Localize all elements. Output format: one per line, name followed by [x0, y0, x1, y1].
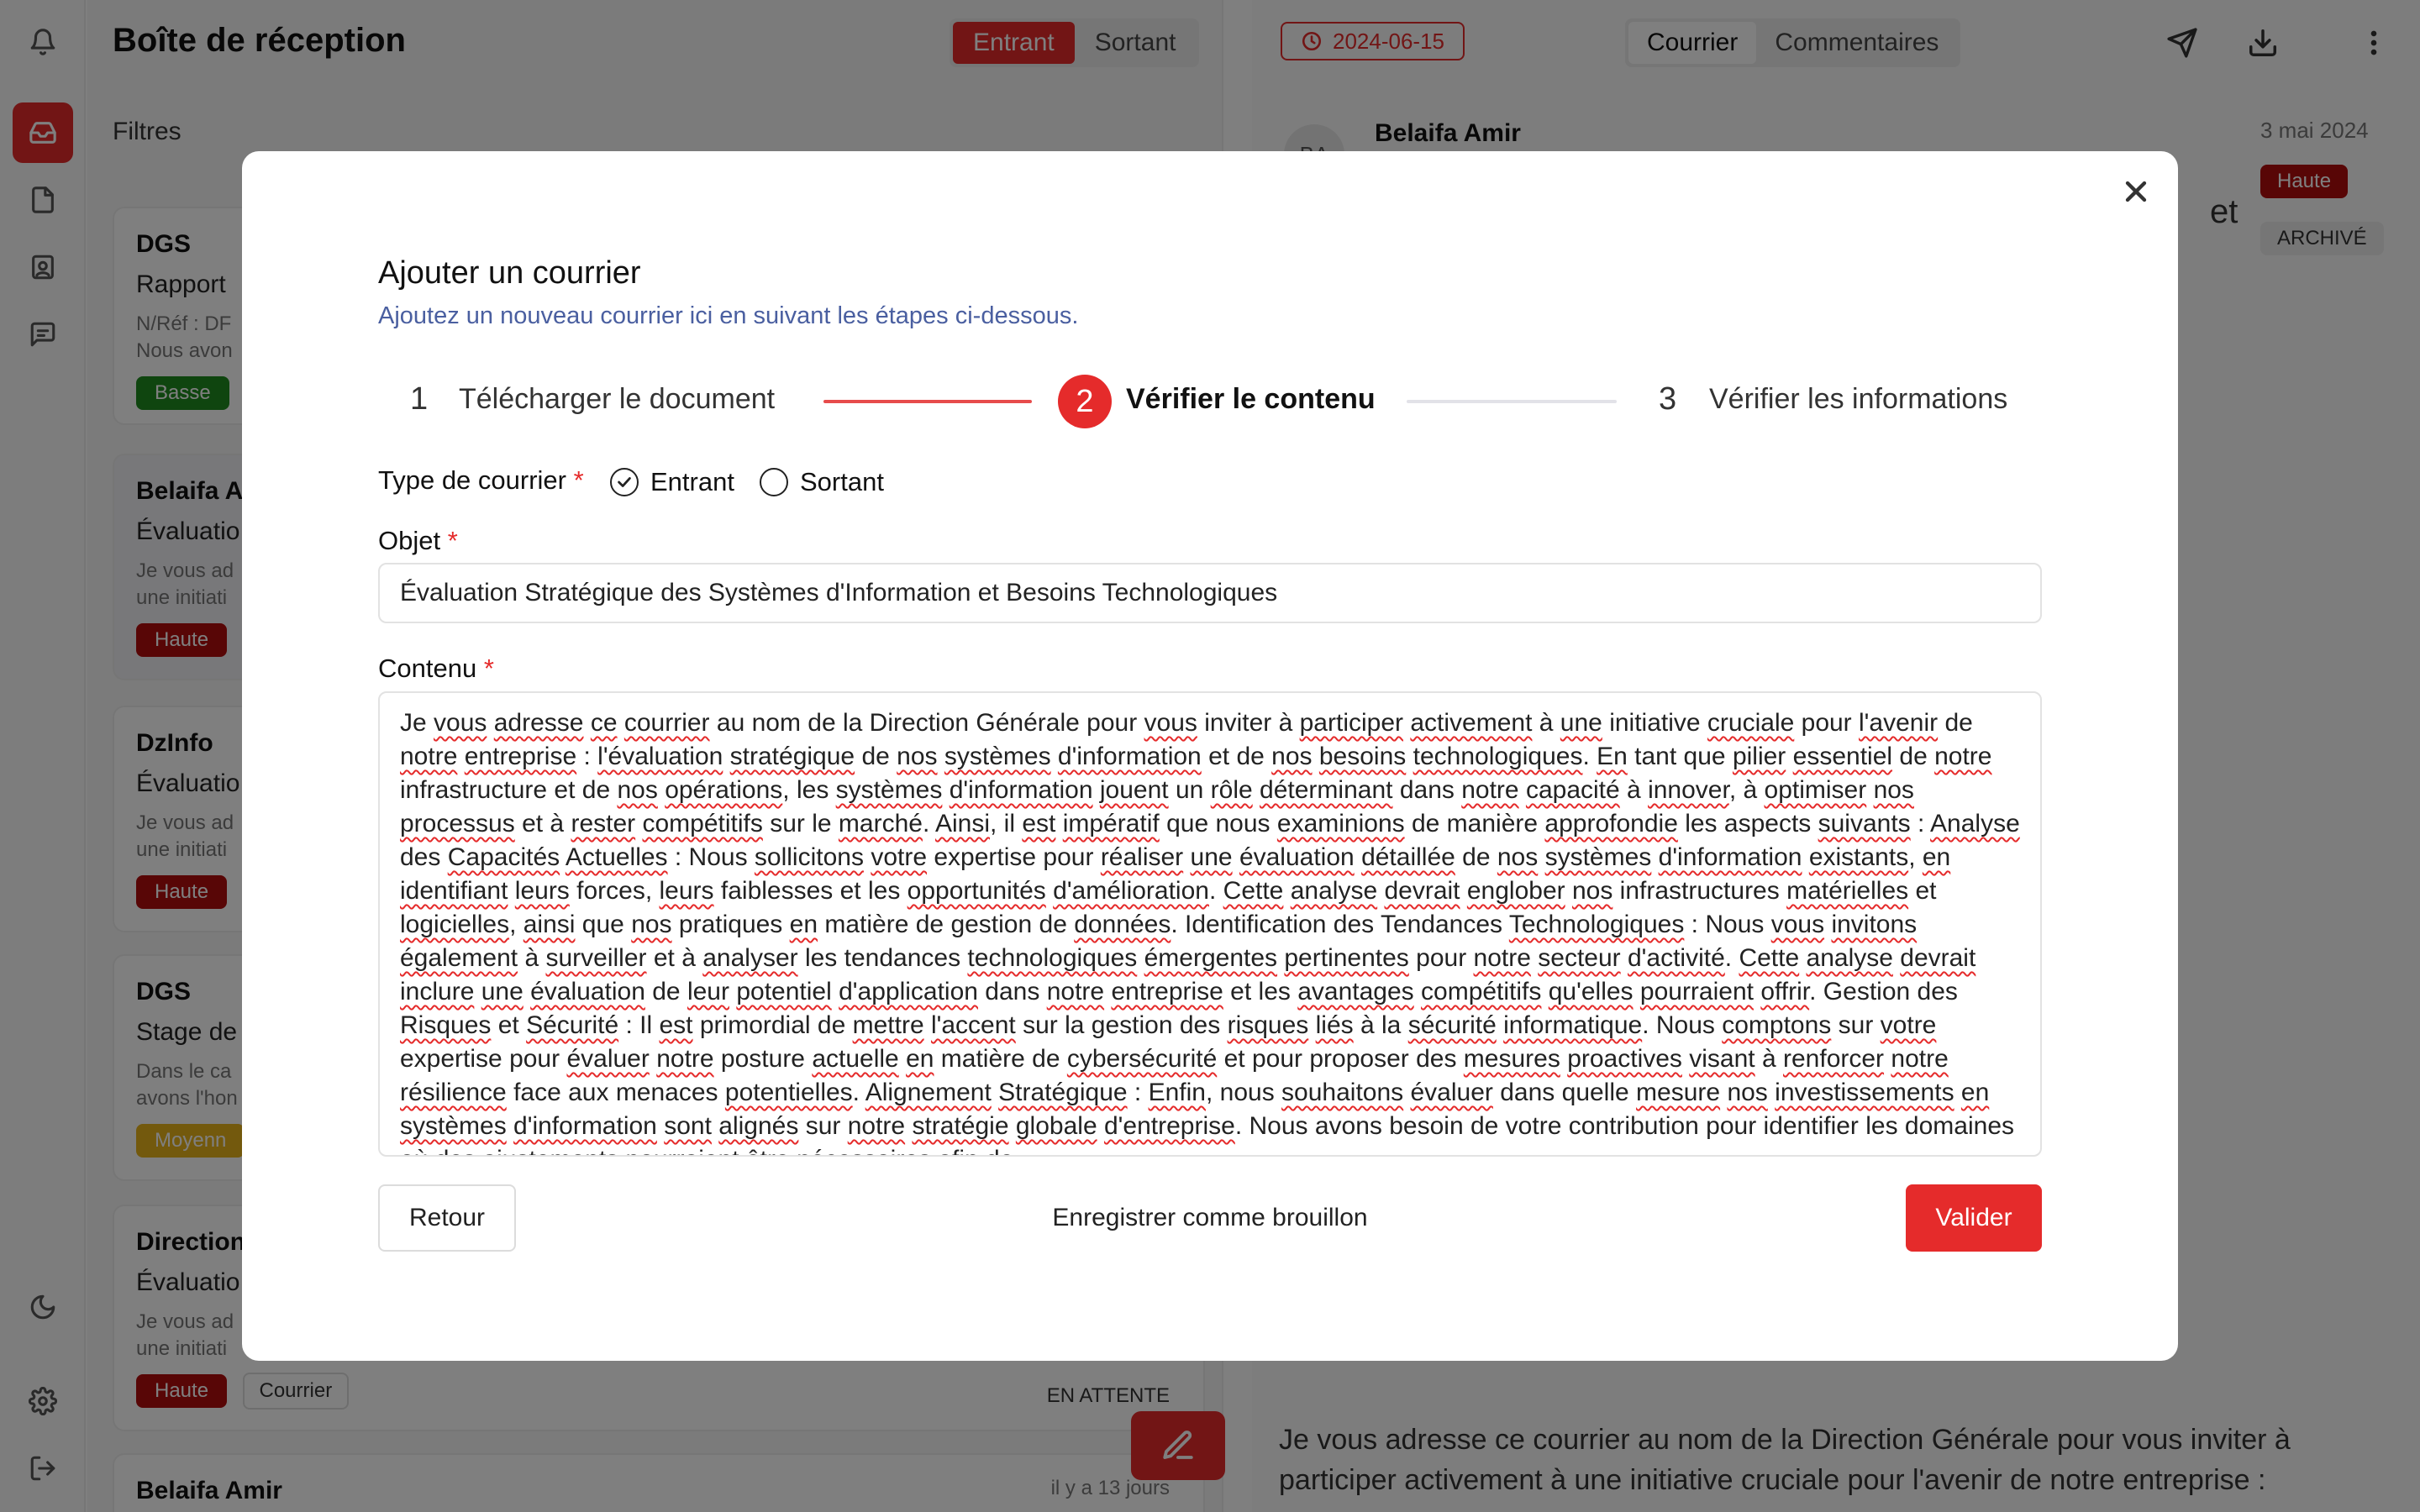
objet-label: Objet * [378, 526, 458, 555]
close-icon[interactable] [2119, 175, 2153, 208]
dialog-subtitle: Ajoutez un nouveau courrier ici en suiva… [378, 302, 1079, 329]
radio-entrant-label: Entrant [650, 467, 734, 496]
step-3-label: Vérifier les informations [1709, 383, 2008, 415]
save-draft-button[interactable]: Enregistrer comme brouillon [992, 1184, 1428, 1252]
radio-unchecked-icon [760, 468, 788, 496]
back-button[interactable]: Retour [378, 1184, 516, 1252]
objet-input[interactable]: Évaluation Stratégique des Systèmes d'In… [378, 563, 2042, 623]
step-1-label: Télécharger le document [459, 383, 776, 415]
dialog-title: Ajouter un courrier [378, 255, 641, 291]
step-2-label: Vérifier le contenu [1126, 383, 1376, 415]
step-connector-2 [1407, 400, 1617, 403]
radio-sortant-label: Sortant [800, 467, 884, 496]
radio-sortant[interactable]: Sortant [760, 467, 884, 497]
radio-checked-icon [610, 468, 639, 496]
type-label: Type de courrier * [378, 465, 584, 495]
submit-button[interactable]: Valider [1906, 1184, 2042, 1252]
step-1-number: 1 [410, 381, 429, 417]
step-connector-1 [823, 400, 1032, 403]
contenu-label: Contenu * [378, 654, 494, 683]
contenu-textarea[interactable]: Je vous adresse ce courrier au nom de la… [378, 691, 2042, 1157]
radio-entrant[interactable]: Entrant [610, 467, 734, 497]
step-2-circle: 2 [1058, 375, 1112, 428]
step-3-number: 3 [1659, 381, 1677, 417]
